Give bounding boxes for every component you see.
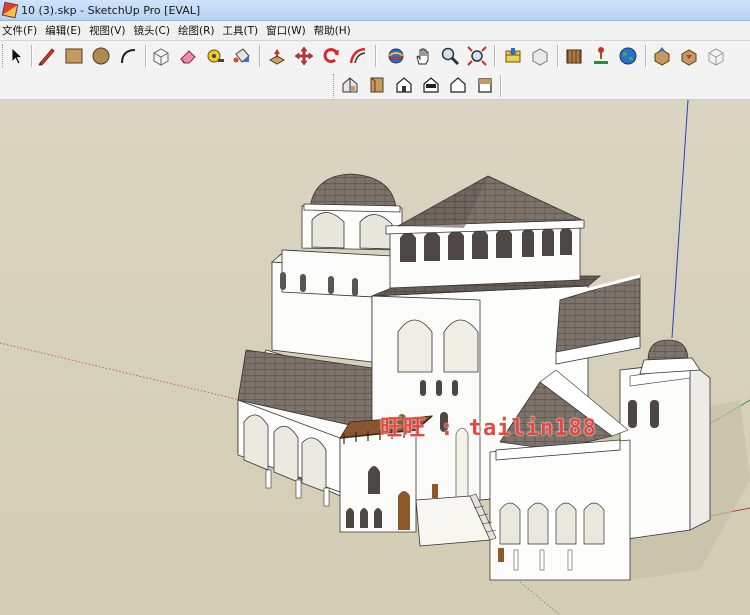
title-bar: 10 (3).skp - SketchUp Pro [EVAL] (0, 0, 750, 21)
back-view-icon[interactable] (447, 74, 469, 96)
rotate-icon[interactable] (320, 45, 342, 67)
eraser-icon[interactable] (177, 45, 199, 67)
menu-view[interactable]: 视图(V) (87, 23, 131, 38)
iso-view-icon[interactable] (339, 74, 361, 96)
menu-edit[interactable]: 编辑(E) (43, 23, 87, 38)
geo-globe-icon[interactable] (617, 45, 639, 67)
top-view-icon[interactable] (366, 74, 388, 96)
pan-hand-icon[interactable] (412, 45, 434, 67)
views-toolbar (0, 71, 750, 100)
circle-icon[interactable] (90, 45, 112, 67)
get-models-icon[interactable] (502, 45, 524, 67)
menu-help[interactable]: 帮助(H) (312, 23, 357, 38)
rectangle-icon[interactable] (63, 45, 85, 67)
orbit-icon[interactable] (385, 45, 407, 67)
modeling-viewport[interactable]: 旺旺 : tailin188 (0, 100, 750, 615)
share-component-icon[interactable] (563, 45, 585, 67)
right-view-icon[interactable] (420, 74, 442, 96)
arc-icon[interactable] (117, 45, 139, 67)
make-component-icon[interactable] (150, 45, 172, 67)
tape-measure-icon[interactable] (204, 45, 226, 67)
menu-file[interactable]: 文件(F) (0, 23, 43, 38)
sketchup-app-icon (1, 1, 19, 19)
photo-textures-icon[interactable] (590, 45, 612, 67)
menu-window[interactable]: 窗口(W) (264, 23, 312, 38)
offset-icon[interactable] (347, 45, 369, 67)
main-toolbar (0, 40, 750, 72)
select-arrow-icon[interactable] (6, 45, 28, 67)
paint-bucket-icon[interactable] (231, 45, 253, 67)
move-icon[interactable] (293, 45, 315, 67)
menu-camera[interactable]: 镜头(C) (131, 23, 176, 38)
watermark-text: 旺旺 : tailin188 (380, 416, 597, 441)
building-model (0, 100, 750, 615)
push-pull-icon[interactable] (266, 45, 288, 67)
menu-draw[interactable]: 绘图(R) (176, 23, 221, 38)
share-model-icon[interactable] (529, 45, 551, 67)
extension-icon[interactable] (705, 45, 727, 67)
front-view-icon[interactable] (393, 74, 415, 96)
left-view-icon[interactable] (474, 74, 496, 96)
warehouse-down-icon[interactable] (678, 45, 700, 67)
window-title: 10 (3).skp - SketchUp Pro [EVAL] (21, 3, 201, 17)
zoom-icon[interactable] (439, 45, 461, 67)
warehouse-up-icon[interactable] (651, 45, 673, 67)
zoom-extents-icon[interactable] (466, 45, 488, 67)
pencil-line-icon[interactable] (36, 45, 58, 67)
menu-tools[interactable]: 工具(T) (220, 23, 264, 38)
menu-bar: 文件(F) 编辑(E) 视图(V) 镜头(C) 绘图(R) 工具(T) 窗口(W… (0, 21, 750, 40)
views-toolbar-grip[interactable] (333, 74, 337, 98)
